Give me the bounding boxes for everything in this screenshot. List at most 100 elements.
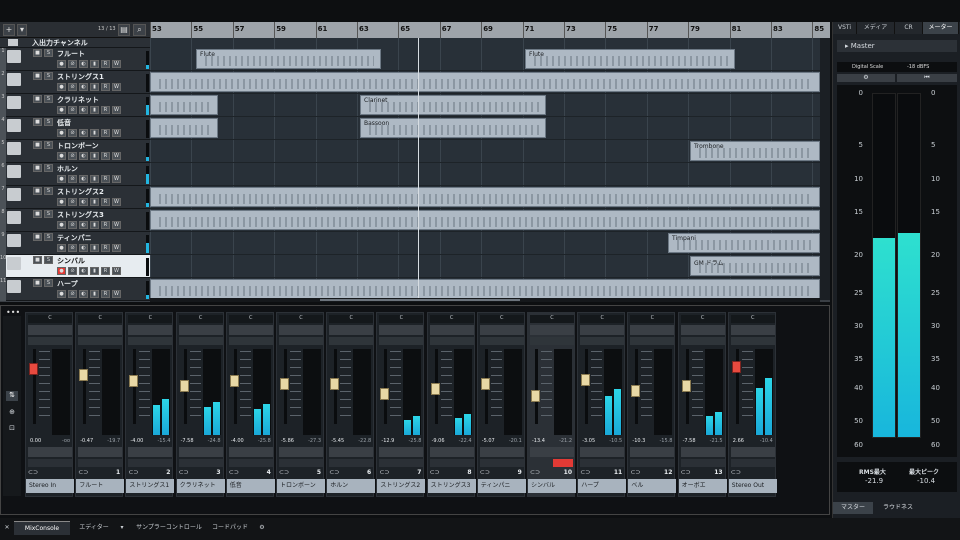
channel-buttons[interactable] bbox=[128, 447, 173, 457]
routing-icon[interactable]: ⇅ bbox=[6, 391, 18, 401]
mute-button[interactable]: ■ bbox=[33, 187, 42, 195]
add-track-button[interactable]: + bbox=[3, 24, 15, 36]
midi-part[interactable]: Flute bbox=[196, 49, 381, 69]
mute-solo-buttons[interactable] bbox=[329, 325, 374, 335]
reset-icon[interactable]: ⏮ bbox=[897, 74, 957, 82]
mute-solo-buttons[interactable] bbox=[630, 325, 675, 335]
channel-buttons-2[interactable] bbox=[128, 459, 173, 467]
read-button[interactable]: R bbox=[101, 83, 110, 91]
automation-button[interactable]: ◐ bbox=[79, 106, 88, 114]
channel-name[interactable]: ハープ bbox=[578, 479, 627, 493]
read-button[interactable]: R bbox=[101, 244, 110, 252]
channel-buttons[interactable] bbox=[28, 447, 72, 457]
write-button[interactable]: W bbox=[112, 83, 121, 91]
volume-fader[interactable] bbox=[631, 384, 641, 397]
monitor-button[interactable]: ⊘ bbox=[68, 198, 77, 206]
channel-strip[interactable]: C -4.00 -25.8 ⊂⊃ 4 低音 bbox=[225, 312, 275, 497]
write-button[interactable]: W bbox=[112, 221, 121, 229]
mute-button[interactable]: ■ bbox=[33, 141, 42, 149]
solo-button[interactable]: S bbox=[44, 210, 53, 218]
mute-solo-buttons[interactable] bbox=[429, 325, 474, 335]
monitor-button[interactable]: ⊘ bbox=[68, 267, 77, 275]
monitor-button[interactable]: ⊘ bbox=[68, 221, 77, 229]
link-icon[interactable]: ⊂⊃ bbox=[630, 469, 640, 476]
pan-control[interactable]: C bbox=[128, 315, 173, 323]
track-5[interactable]: 5 ■ S トロンボーン ● ⊘ ◐ ▮ R W bbox=[0, 140, 150, 163]
channel-strip[interactable]: C -7.58 -21.5 ⊂⊃ 13 オーボエ bbox=[677, 312, 727, 497]
monitor-button[interactable]: ⊘ bbox=[68, 290, 77, 298]
volume-value[interactable]: -13.4 bbox=[532, 438, 545, 444]
channel-buttons[interactable] bbox=[329, 447, 374, 457]
editor-button[interactable]: ▮ bbox=[90, 60, 99, 68]
channel-name[interactable]: クラリネット bbox=[176, 479, 225, 493]
mute-button[interactable]: ■ bbox=[33, 164, 42, 172]
volume-fader[interactable] bbox=[380, 388, 390, 400]
record-button[interactable]: ● bbox=[57, 83, 66, 91]
track-lane[interactable] bbox=[150, 163, 820, 186]
editor-button[interactable]: ▮ bbox=[90, 198, 99, 206]
read-write-buttons[interactable] bbox=[78, 337, 123, 345]
pan-control[interactable]: C bbox=[329, 315, 374, 323]
mute-solo-buttons[interactable] bbox=[680, 325, 725, 335]
midi-part[interactable]: Trombone bbox=[690, 141, 820, 161]
editor-button[interactable]: ▮ bbox=[90, 106, 99, 114]
link-icon[interactable]: ⊂⊃ bbox=[731, 469, 741, 476]
channel-buttons-2[interactable] bbox=[479, 459, 524, 467]
volume-value[interactable]: -3.05 bbox=[582, 438, 595, 444]
record-button[interactable]: ● bbox=[57, 60, 66, 68]
automation-button[interactable]: ◐ bbox=[79, 221, 88, 229]
track-1[interactable]: 1 ■ S フルート ● ⊘ ◐ ▮ R W bbox=[0, 48, 150, 71]
read-write-buttons[interactable] bbox=[178, 337, 223, 345]
link-icon[interactable]: ⊂⊃ bbox=[229, 469, 239, 476]
link-icon[interactable]: ⊂⊃ bbox=[329, 469, 339, 476]
mute-solo-buttons[interactable] bbox=[28, 325, 72, 335]
channel-buttons-2[interactable] bbox=[379, 459, 424, 467]
read-write-buttons[interactable] bbox=[630, 337, 675, 345]
channel-strip[interactable]: C 2.66 -10.4 ⊂⊃ Stereo Out bbox=[727, 312, 777, 497]
solo-button[interactable]: S bbox=[44, 233, 53, 241]
tab-loudness[interactable]: ラウドネス bbox=[873, 502, 923, 514]
channel-strip[interactable]: C -4.00 -15.4 ⊂⊃ 2 ストリングス1 bbox=[125, 312, 175, 497]
pan-control[interactable]: C bbox=[379, 315, 424, 323]
channel-buttons[interactable] bbox=[279, 447, 323, 457]
monitor-button[interactable]: ⊘ bbox=[68, 129, 77, 137]
pan-control[interactable]: C bbox=[580, 315, 625, 323]
channel-buttons-2[interactable] bbox=[730, 459, 775, 467]
track-9[interactable]: 9 ■ S ティンパニ ● ⊘ ◐ ▮ R W bbox=[0, 232, 150, 255]
monitor-button[interactable]: ⊘ bbox=[68, 244, 77, 252]
pan-control[interactable]: C bbox=[730, 315, 775, 323]
read-button[interactable]: R bbox=[101, 60, 110, 68]
record-button[interactable]: ● bbox=[57, 198, 66, 206]
midi-part[interactable]: GM ドラム bbox=[690, 256, 820, 276]
write-button[interactable]: W bbox=[112, 290, 121, 298]
record-button[interactable]: ● bbox=[57, 221, 66, 229]
close-icon[interactable]: ✕ bbox=[2, 521, 12, 535]
channel-buttons[interactable] bbox=[178, 447, 223, 457]
track-7[interactable]: 7 ■ S ストリングス2 ● ⊘ ◐ ▮ R W bbox=[0, 186, 150, 209]
monitor-button[interactable]: ⊘ bbox=[68, 106, 77, 114]
editor-button[interactable]: ▮ bbox=[90, 175, 99, 183]
channel-name[interactable]: オーボエ bbox=[678, 479, 727, 493]
link-icon[interactable]: ⊂⊃ bbox=[379, 469, 389, 476]
volume-fader[interactable] bbox=[480, 377, 490, 390]
mute-button[interactable]: ■ bbox=[33, 233, 42, 241]
editor-button[interactable]: ▮ bbox=[90, 267, 99, 275]
gear-icon[interactable]: ⚙ bbox=[256, 521, 268, 535]
solo-button[interactable]: S bbox=[44, 256, 53, 264]
channel-buttons-2[interactable] bbox=[630, 459, 675, 467]
rz-tab[interactable]: VSTi bbox=[833, 22, 857, 34]
volume-value[interactable]: -0.47 bbox=[80, 438, 93, 444]
automation-button[interactable]: ◐ bbox=[79, 83, 88, 91]
midi-part[interactable]: Clarinet bbox=[360, 95, 546, 115]
write-button[interactable]: W bbox=[112, 244, 121, 252]
volume-fader[interactable] bbox=[179, 380, 189, 393]
channel-name[interactable]: ベル bbox=[628, 479, 677, 493]
volume-fader[interactable] bbox=[581, 373, 591, 386]
pan-control[interactable]: C bbox=[429, 315, 474, 323]
channel-buttons-2[interactable] bbox=[329, 459, 374, 467]
channel-buttons-2[interactable] bbox=[28, 459, 72, 467]
midi-part[interactable] bbox=[150, 279, 820, 299]
read-button[interactable]: R bbox=[101, 221, 110, 229]
volume-value[interactable]: -4.00 bbox=[130, 438, 143, 444]
track-4[interactable]: 4 ■ S 低音 ● ⊘ ◐ ▮ R W bbox=[0, 117, 150, 140]
